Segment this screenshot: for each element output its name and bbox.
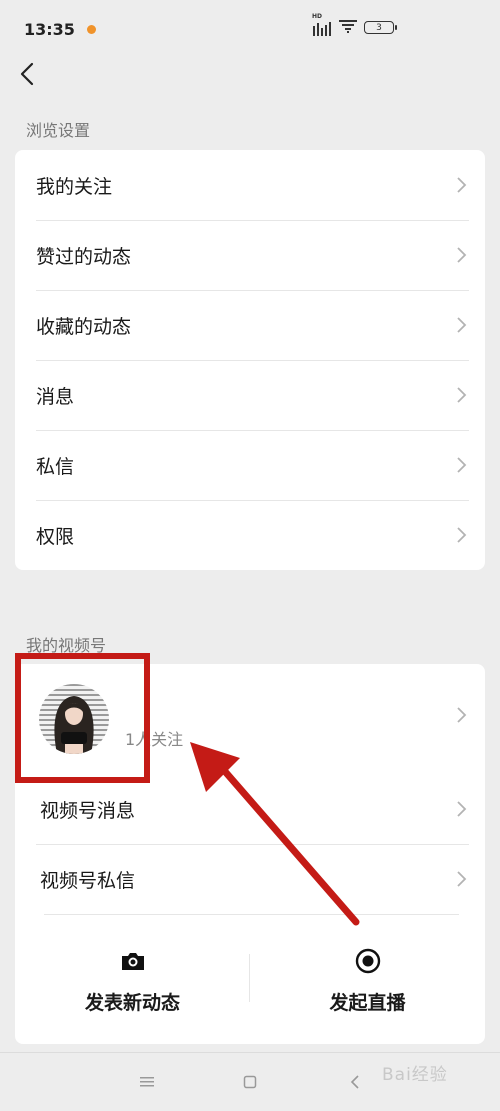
start-live-button[interactable]: 发起直播 bbox=[250, 914, 485, 1042]
list-item-label: 私信 bbox=[36, 455, 75, 478]
chevron-right-icon bbox=[457, 457, 467, 473]
chevron-right-icon bbox=[457, 317, 467, 333]
highlight-box bbox=[15, 653, 150, 783]
chevron-right-icon bbox=[457, 801, 467, 817]
status-indicators: HD 3 bbox=[312, 13, 397, 37]
list-item-liked-posts[interactable]: 赞过的动态 bbox=[15, 220, 485, 290]
list-item-label: 视频号私信 bbox=[40, 869, 136, 892]
live-record-icon bbox=[355, 948, 380, 974]
browse-settings-card: 我的关注 赞过的动态 收藏的动态 消息 私信 权限 bbox=[15, 150, 485, 570]
list-item-label: 消息 bbox=[36, 385, 75, 408]
list-item-label: 收藏的动态 bbox=[36, 315, 132, 338]
wifi-icon bbox=[338, 18, 358, 37]
menu-icon bbox=[140, 1077, 154, 1087]
camera-icon bbox=[121, 953, 144, 970]
channel-actions: 发表新动态 发起直播 bbox=[15, 914, 485, 1042]
start-live-label: 发起直播 bbox=[329, 992, 406, 1014]
list-item-direct-messages[interactable]: 私信 bbox=[15, 430, 485, 500]
list-item-permissions[interactable]: 权限 bbox=[15, 500, 485, 570]
notification-dot-icon bbox=[86, 24, 96, 34]
watermark: Bai经验 bbox=[382, 1065, 448, 1085]
back-button[interactable] bbox=[10, 56, 44, 92]
list-item-label: 我的关注 bbox=[36, 175, 113, 198]
list-item-label: 权限 bbox=[36, 525, 75, 548]
chevron-right-icon bbox=[457, 387, 467, 403]
nav-back-icon bbox=[350, 1075, 359, 1089]
list-item-messages[interactable]: 消息 bbox=[15, 360, 485, 430]
chevron-right-icon bbox=[457, 247, 467, 263]
battery-icon: 3 bbox=[364, 21, 397, 34]
list-item-label: 视频号消息 bbox=[40, 799, 136, 822]
chevron-right-icon bbox=[457, 527, 467, 543]
menu-button[interactable] bbox=[134, 1069, 160, 1095]
list-item-saved-posts[interactable]: 收藏的动态 bbox=[15, 290, 485, 360]
chevron-right-icon bbox=[457, 707, 467, 723]
status-bar: 13:35 HD 3 bbox=[0, 0, 500, 58]
list-item-label: 赞过的动态 bbox=[36, 245, 132, 268]
nav-back-button[interactable] bbox=[342, 1069, 368, 1095]
signal-icon: HD bbox=[312, 13, 332, 36]
chevron-right-icon bbox=[457, 871, 467, 887]
status-time: 13:35 bbox=[24, 19, 75, 39]
home-square-icon bbox=[243, 1075, 257, 1089]
post-new-moment-label: 发表新动态 bbox=[84, 992, 180, 1014]
list-item-channel-direct-messages[interactable]: 视频号私信 bbox=[15, 844, 485, 914]
chevron-left-icon bbox=[20, 62, 34, 86]
chevron-right-icon bbox=[457, 177, 467, 193]
list-item-channel-messages[interactable]: 视频号消息 bbox=[15, 774, 485, 844]
network-type-label: HD bbox=[312, 12, 323, 20]
post-new-moment-button[interactable]: 发表新动态 bbox=[15, 914, 250, 1042]
home-button[interactable] bbox=[237, 1069, 263, 1095]
list-item-my-following[interactable]: 我的关注 bbox=[15, 150, 485, 220]
browse-settings-title: 浏览设置 bbox=[26, 121, 91, 140]
